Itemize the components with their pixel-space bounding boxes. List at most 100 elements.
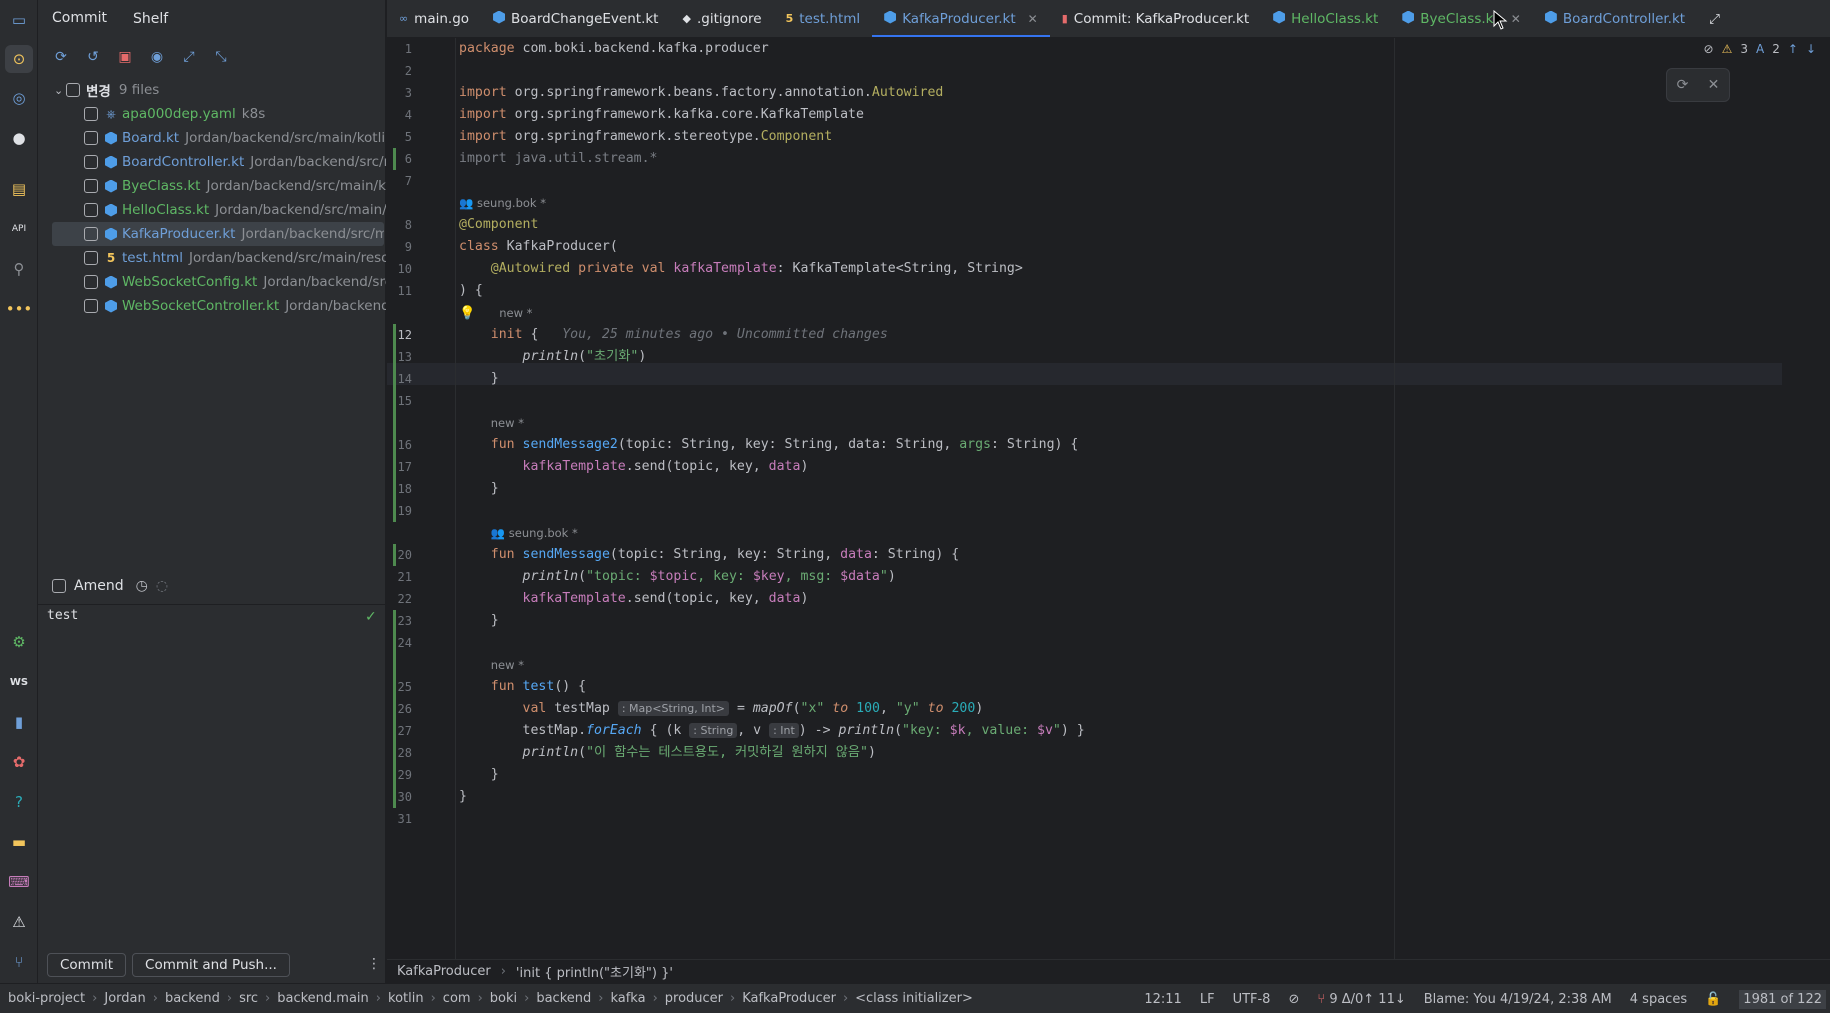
nav-item[interactable]: <class initializer>	[855, 991, 973, 1006]
more-tools-icon[interactable]: •••	[5, 295, 33, 323]
editor-tab[interactable]: HelloClass.kt	[1261, 0, 1390, 37]
close-icon[interactable]: ✕	[1511, 12, 1521, 26]
file-checkbox[interactable]	[84, 275, 98, 289]
line-number[interactable]: 28	[387, 742, 457, 764]
line-number[interactable]: 21	[387, 566, 457, 588]
lock-icon[interactable]: 🔓	[1705, 992, 1721, 1007]
editor-tab[interactable]: ▮ Commit: KafkaProducer.kt	[1050, 0, 1261, 37]
line-number[interactable]: 17	[387, 456, 457, 478]
database-icon[interactable]: ▤	[5, 175, 33, 203]
line-number[interactable]: 23	[387, 610, 457, 632]
previous-highlight-icon[interactable]: ↑	[1788, 42, 1798, 56]
line-number[interactable]: 26	[387, 698, 457, 720]
chevron-down-icon[interactable]: ⌄	[54, 84, 66, 97]
author-hint[interactable]: 👥 seung.bok *	[459, 192, 546, 214]
file-checkbox[interactable]	[84, 251, 98, 265]
rollback-icon[interactable]: ↺	[84, 48, 102, 66]
history-icon[interactable]: ◷	[136, 578, 148, 594]
line-number[interactable]: 29	[387, 764, 457, 786]
reload-icon[interactable]: ⟳	[1677, 77, 1689, 93]
api-icon[interactable]: API	[5, 215, 33, 243]
line-number[interactable]: 9	[387, 236, 457, 258]
line-number[interactable]: 19	[387, 500, 457, 522]
line-number[interactable]: 12	[387, 324, 457, 346]
ai-assist-icon[interactable]: ◌	[156, 578, 168, 594]
expand-all-icon[interactable]: ⤢	[180, 48, 198, 66]
nav-item[interactable]: boki-project	[8, 991, 85, 1006]
typo-icon[interactable]: A	[1756, 42, 1764, 56]
nav-item[interactable]: boki	[490, 991, 517, 1006]
line-number[interactable]: 7	[387, 170, 457, 192]
code-editor[interactable]: 1 2 3 4 5 6 7 8 9 10 11 12 13 14 15 16 17 18 19 20 21 22 23 24 2…	[387, 38, 1830, 959]
no-ai-icon[interactable]: ⊘	[1288, 992, 1299, 1007]
reader-mode-icon[interactable]: ⊘	[1704, 42, 1714, 56]
nav-item[interactable]: kafka	[610, 991, 645, 1006]
tab-shelf[interactable]: Shelf	[133, 1, 168, 37]
line-number[interactable]: 10	[387, 258, 457, 280]
file-encoding[interactable]: UTF-8	[1233, 992, 1271, 1007]
editor-tab[interactable]: 5 test.html	[774, 0, 873, 37]
refresh-icon[interactable]: ⟳	[52, 48, 70, 66]
line-number[interactable]: 27	[387, 720, 457, 742]
line-number[interactable]: 22	[387, 588, 457, 610]
line-number[interactable]: 16	[387, 434, 457, 456]
nav-item[interactable]: backend	[536, 991, 591, 1006]
author-hint[interactable]: new *	[459, 654, 524, 676]
indent-setting[interactable]: 4 spaces	[1630, 992, 1687, 1007]
nav-item[interactable]: backend	[165, 991, 220, 1006]
changed-file-row[interactable]: ByeClass.kt Jordan/backend/src/main/ko	[38, 174, 386, 198]
github-icon[interactable]: ●	[5, 124, 33, 152]
changed-file-row[interactable]: KafkaProducer.kt Jordan/backend/src/ma	[52, 222, 384, 246]
lightbulb-icon[interactable]: 💡	[459, 306, 475, 321]
line-number[interactable]: 30	[387, 786, 457, 808]
nav-item[interactable]: Jordan	[104, 991, 145, 1006]
vcs-change-marker[interactable]	[393, 544, 396, 566]
vcs-change-marker[interactable]	[393, 610, 396, 808]
tab-commit[interactable]: Commit	[52, 0, 107, 38]
caret-position[interactable]: 12:11	[1144, 992, 1181, 1007]
amend-checkbox[interactable]	[52, 579, 66, 593]
changed-file-row[interactable]: WebSocketController.kt Jordan/backend/	[38, 294, 386, 318]
changed-file-row[interactable]: HelloClass.kt Jordan/backend/src/main/k	[38, 198, 386, 222]
editor-tab[interactable]: ◆ .gitignore	[670, 0, 773, 37]
close-icon[interactable]: ✕	[1708, 77, 1720, 93]
notifications-icon[interactable]: ▬	[5, 828, 33, 856]
show-diff-icon[interactable]: ◉	[148, 48, 166, 66]
kafka-icon[interactable]: ✿	[5, 748, 33, 776]
breadcrumb-item[interactable]: 'init { println("초기화") }'	[516, 962, 673, 981]
author-hint[interactable]: 💡 new *	[459, 302, 532, 324]
author-hint[interactable]: 👥 seung.bok *	[459, 522, 578, 544]
vcs-change-marker[interactable]	[393, 412, 396, 522]
line-number[interactable]: 14	[387, 368, 457, 390]
line-number[interactable]: 4	[387, 104, 457, 126]
editor-tab[interactable]: KafkaProducer.kt ✕	[872, 0, 1050, 37]
changed-file-row[interactable]: Board.kt Jordan/backend/src/main/kotlin/	[38, 126, 386, 150]
commit-and-push-button[interactable]: Commit and Push...	[132, 953, 290, 977]
more-options-icon[interactable]: ⋮	[367, 956, 381, 972]
nav-item[interactable]: com	[443, 991, 471, 1006]
websocket-icon[interactable]: WS	[5, 668, 33, 696]
help-icon[interactable]: ?	[5, 788, 33, 816]
shelve-icon[interactable]: ▣	[116, 48, 134, 66]
editor-tab[interactable]: BoardController.kt	[1533, 0, 1697, 37]
terminal-icon[interactable]: ⌨	[5, 868, 33, 896]
memory-indicator[interactable]: 1981 of 122	[1739, 989, 1826, 1009]
maximize-editor-icon[interactable]: ⤢	[1697, 0, 1732, 37]
commit-message-input[interactable]: test	[47, 608, 78, 623]
settings-icon[interactable]: ⚙	[5, 628, 33, 656]
vcs-change-marker[interactable]	[393, 148, 396, 170]
bookmarks-icon[interactable]: ▮	[5, 708, 33, 736]
line-number[interactable]: 8	[387, 214, 457, 236]
line-number[interactable]: 5	[387, 126, 457, 148]
editor-tab[interactable]: BoardChangeEvent.kt	[481, 0, 670, 37]
collapse-all-icon[interactable]: ⤡	[212, 48, 230, 66]
browser-icon[interactable]: ◎	[5, 84, 33, 112]
next-highlight-icon[interactable]: ↓	[1806, 42, 1816, 56]
changes-group[interactable]: ⌄ 변경 9 files	[38, 78, 386, 102]
editor-tab[interactable]: ByeClass.kt ✕	[1390, 0, 1533, 37]
deploy-icon[interactable]: ⚲	[5, 255, 33, 283]
vcs-widget[interactable]: ⑂ 9 Δ/0↑ 11↓	[1317, 992, 1405, 1007]
blame-status[interactable]: Blame: You 4/19/24, 2:38 AM	[1424, 992, 1612, 1007]
line-number[interactable]: 6	[387, 148, 457, 170]
amend-label[interactable]: Amend	[74, 578, 124, 594]
